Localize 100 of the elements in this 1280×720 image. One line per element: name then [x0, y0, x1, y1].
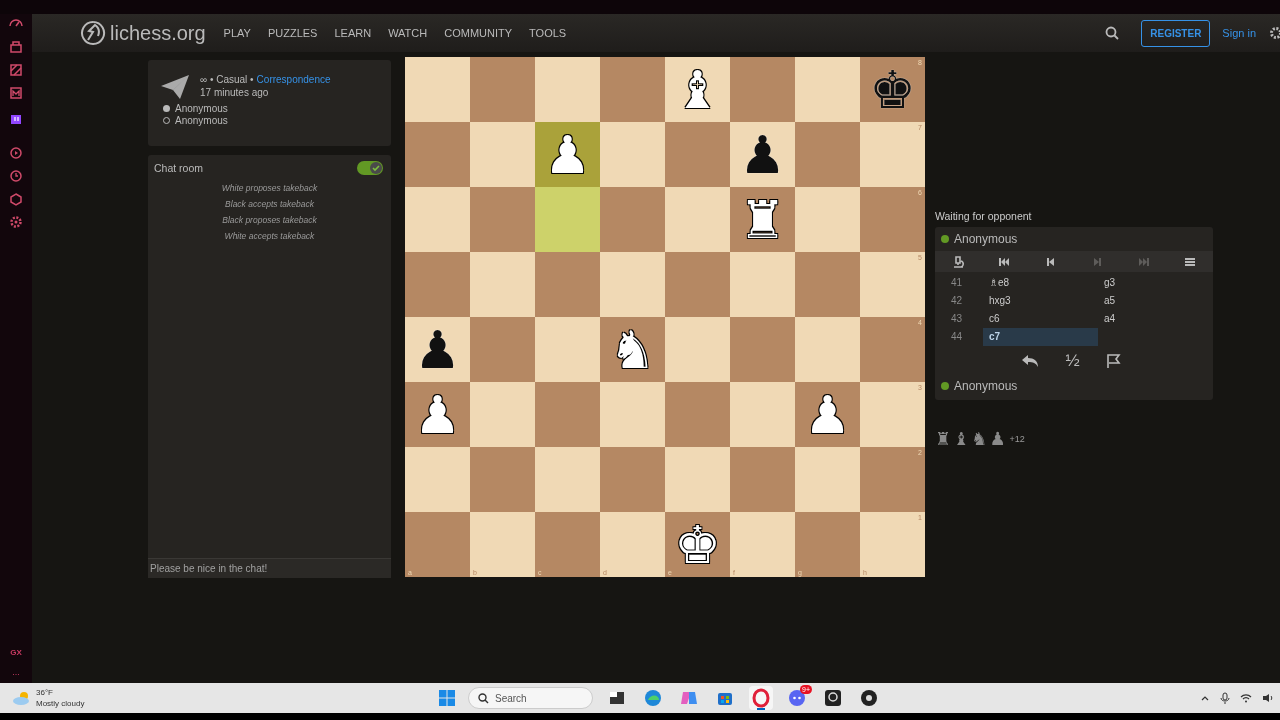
player-name[interactable]: Anonymous — [175, 115, 228, 126]
nav-link[interactable]: PLAY — [223, 27, 251, 39]
move-notation[interactable]: c6 — [983, 310, 1098, 328]
highlighted-square[interactable] — [535, 187, 600, 252]
undo-arrow-icon[interactable] — [1021, 354, 1040, 368]
windows-logo-icon[interactable] — [438, 689, 456, 707]
board-square[interactable] — [665, 382, 730, 447]
settings-icon[interactable] — [8, 214, 24, 230]
microscope-icon[interactable] — [951, 254, 965, 269]
player-name[interactable]: Anonymous — [175, 103, 228, 114]
more-button[interactable]: ... — [12, 667, 20, 677]
board-square[interactable]: ♟ — [405, 317, 470, 382]
board-square[interactable] — [405, 252, 470, 317]
board-square[interactable] — [600, 252, 665, 317]
striped-square-icon[interactable] — [8, 62, 24, 78]
board-square[interactable] — [405, 447, 470, 512]
nav-link[interactable]: LEARN — [334, 27, 372, 39]
register-button[interactable]: REGISTER — [1141, 19, 1211, 47]
board-square[interactable] — [405, 187, 470, 252]
chess-piece[interactable]: ♟ — [739, 128, 786, 181]
speaker-icon[interactable] — [1262, 693, 1274, 703]
board-square[interactable] — [405, 122, 470, 187]
search-icon[interactable] — [478, 693, 489, 704]
draw-offer-button[interactable]: ½ — [1065, 351, 1080, 371]
board-square[interactable]: ♞ — [600, 317, 665, 382]
chess-piece[interactable]: ♚ — [674, 518, 721, 571]
board-square[interactable] — [535, 57, 600, 122]
move-notation[interactable]: c7 — [983, 328, 1098, 346]
board-square[interactable] — [795, 317, 860, 382]
board-square[interactable] — [535, 317, 600, 382]
board-square[interactable] — [730, 252, 795, 317]
board-square[interactable] — [470, 122, 535, 187]
board-square[interactable] — [600, 57, 665, 122]
board-square[interactable] — [730, 382, 795, 447]
board-square[interactable]: ♟ — [405, 382, 470, 447]
board-square[interactable] — [600, 122, 665, 187]
move-notation[interactable]: ♗e8 — [983, 274, 1098, 292]
board-square[interactable] — [730, 57, 795, 122]
chess-piece[interactable]: ♟ — [414, 388, 461, 441]
board-square[interactable] — [795, 57, 860, 122]
board-square[interactable] — [665, 187, 730, 252]
chess-piece[interactable]: ♚ — [869, 63, 916, 116]
board-square[interactable] — [665, 317, 730, 382]
chess-piece[interactable]: ♞ — [609, 323, 656, 376]
chess-piece[interactable]: ♟ — [804, 388, 851, 441]
board-square[interactable] — [535, 252, 600, 317]
highlighted-square[interactable]: ♟ — [535, 122, 600, 187]
play-icon[interactable] — [8, 145, 24, 161]
board-square[interactable] — [795, 187, 860, 252]
board-square[interactable] — [470, 447, 535, 512]
board-square[interactable] — [795, 252, 860, 317]
wifi-icon[interactable] — [1240, 693, 1252, 703]
search-icon[interactable] — [1105, 26, 1120, 40]
board-square[interactable] — [665, 447, 730, 512]
board-square[interactable] — [470, 57, 535, 122]
board-square[interactable] — [665, 122, 730, 187]
toggle-switch[interactable] — [357, 161, 383, 175]
board-square[interactable] — [470, 382, 535, 447]
player-name[interactable]: Anonymous — [954, 232, 1018, 246]
move-notation[interactable]: a4 — [1098, 310, 1213, 328]
chess-piece[interactable]: ♜ — [739, 193, 786, 246]
board-square[interactable] — [470, 187, 535, 252]
board-square[interactable] — [535, 447, 600, 512]
board-square[interactable] — [405, 57, 470, 122]
cube-icon[interactable] — [8, 191, 24, 207]
board-square[interactable] — [470, 317, 535, 382]
bag-icon[interactable] — [8, 39, 24, 55]
nav-link[interactable]: TOOLS — [529, 27, 567, 39]
board-square[interactable]: ♟ — [730, 122, 795, 187]
flag-icon[interactable] — [1105, 353, 1122, 369]
board-square[interactable] — [795, 122, 860, 187]
site-logo-text[interactable]: lichess.org — [110, 21, 206, 45]
move-notation[interactable]: g3 — [1098, 274, 1213, 292]
board-square[interactable] — [795, 447, 860, 512]
board-square[interactable]: ♟ — [795, 382, 860, 447]
chat-input[interactable]: Please be nice in the chat! — [148, 558, 391, 578]
letter-m-icon[interactable] — [8, 85, 24, 101]
chess-piece[interactable]: ♟ — [414, 323, 461, 376]
nav-link[interactable]: WATCH — [388, 27, 428, 39]
board-square[interactable] — [600, 382, 665, 447]
board-square[interactable] — [665, 252, 730, 317]
chess-piece[interactable]: ♟ — [544, 128, 591, 181]
board-square[interactable] — [730, 317, 795, 382]
microphone-icon[interactable] — [1220, 692, 1230, 704]
move-notation[interactable]: a5 — [1098, 292, 1213, 310]
sign-in-link[interactable]: Sign in — [1222, 27, 1256, 39]
board-square[interactable] — [470, 252, 535, 317]
board-square[interactable]: ♜ — [730, 187, 795, 252]
board-square[interactable] — [600, 187, 665, 252]
taskbar-search-field[interactable]: Search — [468, 687, 593, 709]
nav-link[interactable]: PUZZLES — [267, 27, 318, 39]
settings-icon[interactable] — [1268, 26, 1280, 40]
clock-icon[interactable] — [8, 168, 24, 184]
correspondence-link[interactable]: Correspondence — [256, 74, 331, 85]
board-square[interactable] — [730, 447, 795, 512]
board-square[interactable] — [535, 382, 600, 447]
player-name[interactable]: Anonymous — [954, 379, 1018, 393]
ring-icon[interactable] — [749, 686, 773, 710]
nav-link[interactable]: COMMUNITY — [444, 27, 513, 39]
move-notation[interactable]: hxg3 — [983, 292, 1098, 310]
